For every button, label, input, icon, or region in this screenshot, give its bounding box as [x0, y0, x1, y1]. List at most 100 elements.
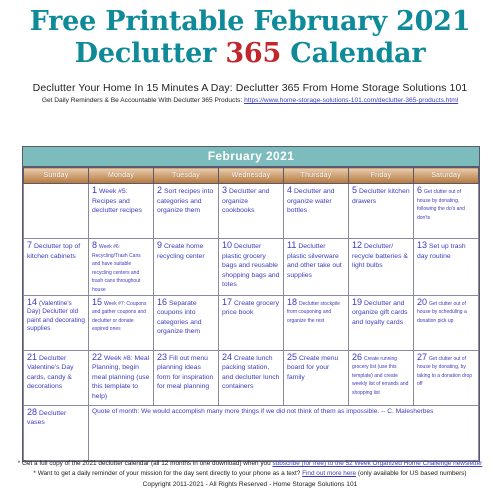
day-cell[interactable]: 11 Declutter plastic silverware and other… — [283, 238, 349, 296]
subtitle-products-line: Get Daily Reminders & Be Accountable Wit… — [0, 97, 500, 104]
day-cell[interactable]: 7 Declutter top of kitchen cabinets — [23, 238, 89, 296]
day-number: 18 — [287, 296, 298, 307]
day-number: 7 — [27, 240, 33, 250]
day-cell[interactable]: 18 Declutter stockpile from couponing and… — [283, 294, 349, 351]
footer-note-2: * Want to get a daily reminder of your m… — [0, 469, 500, 479]
day-cell[interactable]: 2 Sort recipes into categories and organi… — [153, 183, 219, 239]
title-line-2: Declutter 365 Calendar — [0, 38, 500, 70]
day-number: 12 — [352, 240, 363, 250]
day-number: 19 — [352, 296, 363, 307]
day-cell[interactable]: 24 Create lunch packing station, and decl… — [218, 349, 284, 406]
calendar-grid: February 2021 Sunday Monday Tuesday Wedn… — [22, 146, 480, 462]
day-number: 28 — [27, 406, 38, 417]
day-number: 26 — [352, 351, 363, 362]
day-header-sunday: Sunday — [23, 167, 89, 184]
day-task[interactable]: Create home recycling center — [157, 243, 205, 260]
footer-note-1: * Get a full copy of the 2021 declutter … — [0, 459, 500, 469]
newsletter-subscribe-link[interactable]: subscribe (for free) to the 52 Week Orga… — [272, 460, 482, 467]
day-cell[interactable]: 20 Get clutter out of house by scheduling… — [413, 294, 479, 351]
footer-note-1-text: Get a full copy of the 2021 declutter ca… — [21, 460, 273, 467]
day-number: 22 — [92, 351, 103, 362]
calendar-page: Free Printable February 2021 Declutter 3… — [0, 0, 500, 500]
day-cell[interactable]: 22 Week #8: Meal Planning, begin meal pla… — [88, 349, 154, 406]
day-cell[interactable]: 16 Separate coupons into categories and o… — [153, 294, 219, 351]
day-header-row: Sunday Monday Tuesday Wednesday Thursday… — [23, 167, 479, 184]
day-header-monday: Monday — [88, 167, 154, 184]
day-number: 10 — [222, 240, 233, 250]
day-cell[interactable]: 15 Week #7: Coupons and gather coupons an… — [88, 294, 154, 351]
day-number: 3 — [222, 185, 228, 195]
day-task[interactable]: Get clutter out of house by donating, fo… — [417, 189, 465, 221]
text-reminder-link[interactable]: Find out more here — [302, 470, 356, 477]
declutter-365-products-link[interactable]: https://www.home-storage-solutions-101.c… — [244, 97, 458, 104]
day-number: 16 — [157, 296, 168, 307]
day-task[interactable]: Week #6: Recycling/Trash Cans and have s… — [92, 244, 141, 293]
day-number: 4 — [287, 185, 293, 195]
day-number: 9 — [157, 240, 163, 250]
title-line-1: Free Printable February 2021 — [29, 6, 471, 37]
calendar-week-row: 28 Declutter vases Quote of month: We wou… — [23, 404, 479, 461]
day-cell[interactable]: 5 Declutter kitchen drawers — [348, 183, 414, 239]
day-cell[interactable]: 6 Get clutter out of house by donating, f… — [413, 183, 479, 239]
day-cell[interactable]: 17 Create grocery price book — [218, 294, 284, 351]
calendar-week-row: 7 Declutter top of kitchen cabinets 8 Week… — [23, 238, 479, 296]
day-cell[interactable]: 14 (Valentine's Day) Declutter old paint … — [23, 294, 89, 351]
day-number: 14 — [27, 296, 38, 307]
day-cell[interactable]: 25 Create menu board for your family — [283, 349, 349, 406]
day-number: 8 — [92, 240, 98, 250]
footer-note-2-suffix: (only available for US based numbers) — [356, 469, 467, 477]
day-task[interactable]: Sort recipes into categories and organiz… — [157, 188, 213, 214]
day-number: 27 — [417, 351, 428, 362]
footer-note-2-text: Want to get a daily reminder of your mis… — [37, 469, 303, 477]
day-header-tuesday: Tuesday — [153, 167, 219, 184]
day-cell[interactable]: 12 Declutter/ recycle batteries & light b… — [348, 238, 414, 296]
day-task[interactable]: Declutter and organize water bottles — [287, 188, 334, 214]
day-header-saturday: Saturday — [413, 167, 479, 184]
day-cell-empty — [23, 183, 89, 239]
day-number: 25 — [287, 351, 298, 362]
day-number: 11 — [287, 240, 297, 250]
day-number: 2 — [157, 185, 163, 195]
day-cell[interactable]: 23 Fill out menu planning ideas form for … — [153, 349, 219, 406]
day-cell[interactable]: 8 Week #6: Recycling/Trash Cans and have … — [88, 238, 154, 296]
calendar-week-row: 14 (Valentine's Day) Declutter old paint … — [23, 294, 479, 351]
footer: * Get a full copy of the 2021 declutter … — [0, 459, 500, 488]
day-header-friday: Friday — [348, 167, 414, 184]
day-task[interactable]: Declutter and organize cookbooks — [222, 188, 269, 214]
day-cell[interactable]: 9 Create home recycling center — [153, 238, 219, 296]
calendar-week-row: 1 Week #5: Recipes and declutter recipes … — [23, 183, 479, 239]
day-number: 6 — [417, 185, 423, 195]
day-number: 21 — [27, 351, 38, 362]
day-header-thursday: Thursday — [283, 167, 349, 184]
day-number: 13 — [417, 240, 428, 250]
day-cell[interactable]: 13 Set up trash day routine — [413, 238, 479, 296]
quote-of-month: Quote of month: We would accomplish many… — [88, 404, 479, 461]
calendar-week-row: 21 Declutter Valentine's Day cards, candy… — [23, 349, 479, 406]
day-number: 1 — [92, 185, 98, 195]
day-cell[interactable]: 27 Get clutter out of house by donating, … — [413, 349, 479, 406]
day-cell[interactable]: 4 Declutter and organize water bottles — [283, 183, 349, 239]
day-cell[interactable]: 26 Create running grocery list (use this … — [348, 349, 414, 406]
day-number: 17 — [222, 296, 233, 307]
day-task[interactable]: Week #5: Recipes and declutter recipes — [92, 188, 142, 214]
page-title: Free Printable February 2021 Declutter 3… — [0, 0, 500, 70]
subtitle-products-text: Get Daily Reminders & Be Accountable Wit… — [41, 97, 245, 104]
day-task[interactable]: Declutter kitchen drawers — [352, 188, 410, 205]
day-cell[interactable]: 3 Declutter and organize cookbooks — [218, 183, 284, 239]
day-cell[interactable]: 21 Declutter Valentine's Day cards, candy… — [23, 349, 89, 406]
day-task[interactable]: Declutter top of kitchen cabinets — [27, 243, 80, 260]
title-accent-365: 365 — [225, 38, 282, 69]
day-header-wednesday: Wednesday — [218, 167, 284, 184]
calendar-table: Sunday Monday Tuesday Wednesday Thursday… — [23, 167, 479, 461]
day-number: 23 — [157, 351, 168, 362]
day-cell[interactable]: 28 Declutter vases — [23, 404, 89, 461]
day-number: 20 — [417, 296, 428, 307]
copyright-notice: Copyright 2011-2021 - All Rights Reserve… — [142, 481, 358, 488]
day-cell[interactable]: 19 Declutter and organize gift cards and … — [348, 294, 414, 351]
subtitle: Declutter Your Home In 15 Minutes A Day:… — [32, 82, 468, 94]
title-pre: Declutter — [74, 38, 226, 69]
day-cell[interactable]: 1 Week #5: Recipes and declutter recipes — [88, 183, 154, 239]
day-number: 15 — [92, 296, 103, 307]
month-label: February 2021 — [23, 147, 479, 167]
day-cell[interactable]: 10 Declutter plastic grocery bags and reu… — [218, 238, 284, 296]
